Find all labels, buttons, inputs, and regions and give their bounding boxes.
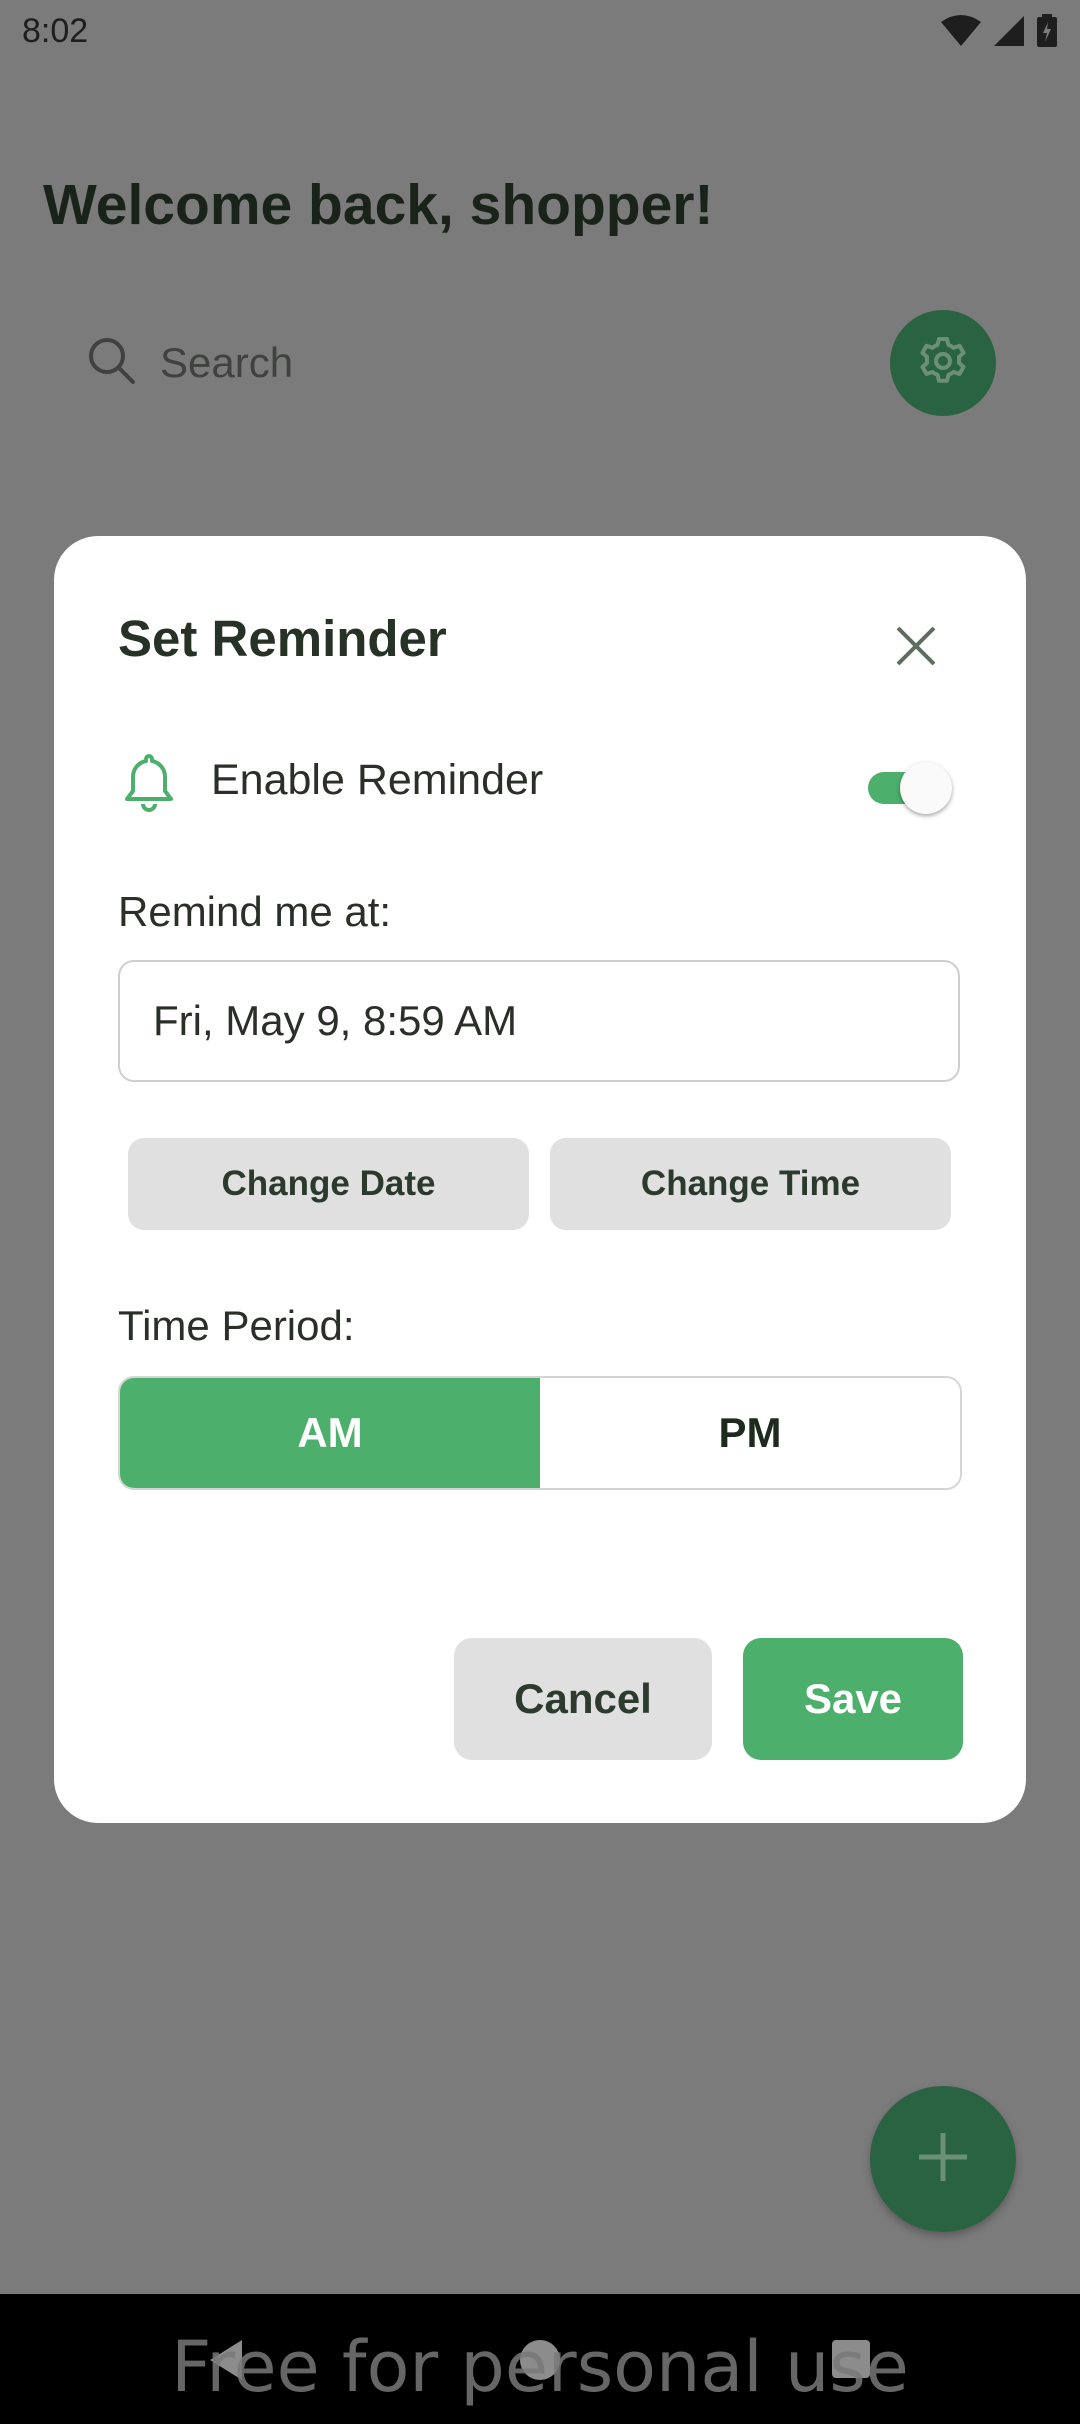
am-option[interactable]: AM bbox=[120, 1378, 540, 1488]
signal-icon bbox=[992, 14, 1026, 53]
pm-option[interactable]: PM bbox=[540, 1378, 960, 1488]
settings-button[interactable] bbox=[890, 310, 996, 416]
toggle-thumb bbox=[900, 762, 952, 814]
reminder-datetime-field[interactable]: Fri, May 9, 8:59 AM bbox=[118, 960, 960, 1082]
search-icon bbox=[86, 335, 138, 392]
search-placeholder: Search bbox=[160, 339, 294, 386]
wifi-icon bbox=[940, 14, 982, 53]
bell-icon bbox=[120, 752, 178, 819]
dialog-title: Set Reminder bbox=[118, 610, 447, 667]
status-time: 8:02 bbox=[22, 12, 89, 50]
battery-icon bbox=[1036, 14, 1058, 53]
search-bar[interactable]: Search bbox=[86, 330, 293, 396]
time-period-label: Time Period: bbox=[118, 1302, 355, 1349]
welcome-heading: Welcome back, shopper! bbox=[43, 173, 714, 237]
cancel-button[interactable]: Cancel bbox=[454, 1638, 712, 1760]
close-icon bbox=[894, 624, 938, 673]
plus-icon bbox=[915, 2129, 971, 2190]
remind-me-label: Remind me at: bbox=[118, 888, 392, 935]
close-button[interactable] bbox=[884, 616, 948, 680]
status-bar: 8:02 bbox=[0, 0, 1080, 64]
time-period-selector: AM PM bbox=[118, 1376, 962, 1490]
enable-reminder-toggle[interactable] bbox=[868, 762, 952, 814]
change-date-button[interactable]: Change Date bbox=[128, 1138, 529, 1230]
enable-reminder-label: Enable Reminder bbox=[211, 756, 544, 804]
change-time-button[interactable]: Change Time bbox=[550, 1138, 951, 1230]
set-reminder-dialog: Set Reminder Enable Reminder Remind me a… bbox=[54, 536, 1026, 1823]
status-icons bbox=[940, 14, 1058, 53]
add-fab[interactable] bbox=[870, 2086, 1016, 2232]
save-button[interactable]: Save bbox=[743, 1638, 963, 1760]
gear-icon bbox=[917, 335, 969, 392]
watermark-text: Free for personal use bbox=[171, 2326, 909, 2408]
